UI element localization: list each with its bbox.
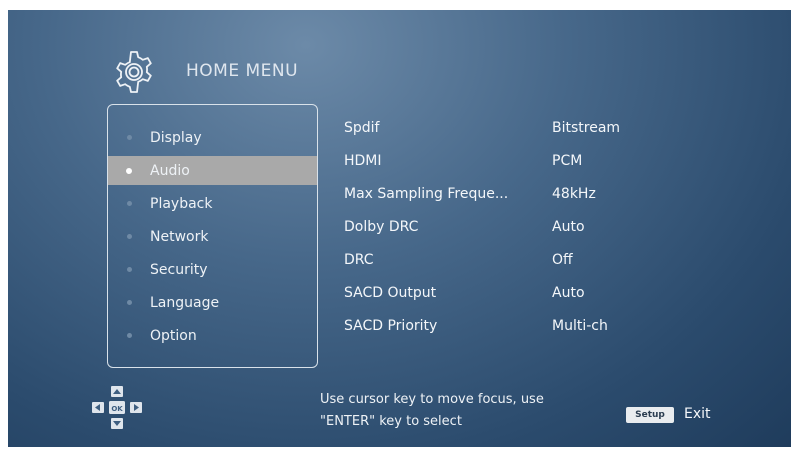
setting-name: Dolby DRC [344,219,419,235]
sidebar-item-label: Display [150,129,202,146]
bullet-icon [127,333,132,338]
sidebar-item-label: Security [150,261,208,278]
bullet-icon [127,135,132,140]
setting-value: Auto [552,219,585,235]
sidebar-item-option[interactable]: Option [108,321,317,350]
setting-row-hdmi[interactable]: HDMI PCM [344,153,644,179]
setting-value: 48kHz [552,186,596,202]
exit-label: Exit [684,406,711,422]
setting-value: Off [552,252,573,268]
gear-icon [116,51,152,93]
setting-name: DRC [344,252,374,268]
setting-value: Bitstream [552,120,621,136]
hint-line-1: Use cursor key to move focus, use [320,392,544,407]
sidebar-item-playback[interactable]: Playback [108,189,317,218]
dpad-icon: OK [92,386,142,429]
dpad-ok-label: OK [111,405,123,413]
setting-row-dolby-drc[interactable]: Dolby DRC Auto [344,219,644,245]
bullet-icon [127,234,132,239]
setting-value: PCM [552,153,583,169]
setting-value: Auto [552,285,585,301]
setting-row-sacd-priority[interactable]: SACD Priority Multi-ch [344,318,644,344]
page-title: HOME MENU [186,61,299,81]
bullet-icon [127,300,132,305]
setting-row-sacd-output[interactable]: SACD Output Auto [344,285,644,311]
home-menu-screen: HOME MENU Display Audio Playback Network… [8,10,791,447]
sidebar-item-audio[interactable]: Audio [108,156,317,185]
sidebar-item-label: Option [150,327,197,344]
sidebar-item-label: Playback [150,195,213,212]
setup-key-button[interactable]: Setup [626,407,674,423]
sidebar-item-label: Audio [150,162,190,179]
setting-row-spdif[interactable]: Spdif Bitstream [344,120,644,146]
setting-row-max-sampling-frequency[interactable]: Max Sampling Freque... 48kHz [344,186,644,212]
sidebar-menu: Display Audio Playback Network Security … [107,104,318,368]
setting-name: Max Sampling Freque... [344,186,509,202]
sidebar-item-label: Network [150,228,209,245]
bullet-icon [127,201,132,206]
sidebar-item-label: Language [150,294,220,311]
setting-name: HDMI [344,153,382,169]
setting-name: SACD Output [344,285,437,301]
help-hint: Use cursor key to move focus, use "ENTER… [320,389,544,433]
sidebar-item-security[interactable]: Security [108,255,317,284]
setting-row-drc[interactable]: DRC Off [344,252,644,278]
sidebar-item-network[interactable]: Network [108,222,317,251]
sidebar-item-display[interactable]: Display [108,123,317,152]
sidebar-item-language[interactable]: Language [108,288,317,317]
setting-value: Multi-ch [552,318,608,334]
setting-name: Spdif [344,120,380,136]
bullet-icon [127,267,132,272]
setting-name: SACD Priority [344,318,438,334]
bullet-icon [126,167,132,174]
hint-line-2: "ENTER" key to select [320,414,462,429]
